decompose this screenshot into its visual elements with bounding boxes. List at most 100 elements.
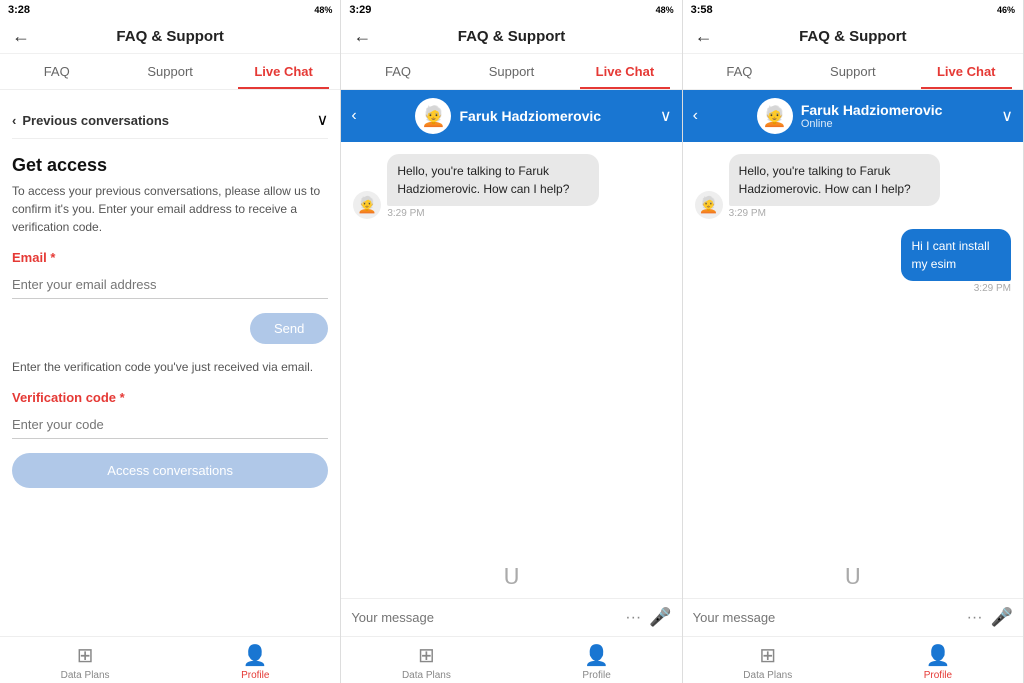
nav-data-plans-3[interactable]: ⊞ Data Plans	[683, 643, 853, 681]
agent-emoji-2: 🧑‍🦳	[421, 104, 446, 129]
nav-profile-2[interactable]: 👤 Profile	[512, 643, 682, 681]
data-plans-icon-3: ⊞	[759, 643, 776, 668]
data-plans-icon-1: ⊞	[77, 643, 94, 668]
code-input[interactable]	[12, 411, 328, 439]
chat-mic-3[interactable]: 🎤	[991, 607, 1013, 628]
agent-bar-chevron-2: ∨	[660, 106, 672, 126]
chat-mic-2[interactable]: 🎤	[649, 607, 671, 628]
tab-livechat-3[interactable]: Live Chat	[910, 54, 1023, 89]
chat-input-bar-3: ··· 🎤	[683, 598, 1023, 636]
tab-livechat-1[interactable]: Live Chat	[227, 54, 340, 89]
chat-logo-3: ᑌ	[683, 556, 1023, 598]
agent-bar-back-2[interactable]: ‹	[351, 107, 356, 125]
tab-support-3[interactable]: Support	[796, 54, 909, 89]
msg-row-user-3: Hi I cant install my esim 3:29 PM	[695, 229, 1011, 294]
nav-profile-1[interactable]: 👤 Profile	[170, 643, 340, 681]
back-button-2[interactable]: ←	[353, 26, 371, 47]
chat-options-2[interactable]: ···	[625, 609, 641, 627]
back-button-1[interactable]: ←	[12, 26, 30, 47]
send-button[interactable]: Send	[250, 313, 328, 344]
prev-conversations[interactable]: ‹ Previous conversations ∨	[12, 102, 328, 139]
status-icons-3: 46%	[997, 5, 1015, 15]
tab-faq-1[interactable]: FAQ	[0, 54, 113, 89]
status-icons-2: 48%	[656, 5, 674, 15]
msg-time-agent-3: 3:29 PM	[729, 208, 1011, 219]
header-1: ← FAQ & Support	[0, 20, 340, 54]
get-access-title: Get access	[12, 155, 328, 176]
agent-name-2: Faruk Hadziomerovic	[459, 108, 601, 124]
content-1: ‹ Previous conversations ∨ Get access To…	[0, 90, 340, 636]
data-plans-label-2: Data Plans	[402, 670, 451, 681]
code-label: Verification code *	[12, 390, 328, 405]
data-plans-label-1: Data Plans	[61, 670, 110, 681]
status-icons-1: 48%	[314, 5, 332, 15]
chat-input-bar-2: ··· 🎤	[341, 598, 681, 636]
header-2: ← FAQ & Support	[341, 20, 681, 54]
status-bar-2: 3:29 48%	[341, 0, 681, 20]
screen-1: 3:28 48% ← FAQ & Support FAQ Support Liv…	[0, 0, 341, 683]
bottom-nav-2: ⊞ Data Plans 👤 Profile	[341, 636, 681, 683]
agent-avatar-3: 🧑‍🦳	[757, 98, 793, 134]
get-access-desc: To access your previous conversations, p…	[12, 182, 328, 236]
tab-livechat-2[interactable]: Live Chat	[568, 54, 681, 89]
chat-input-3[interactable]	[693, 610, 959, 625]
page-title-3: FAQ & Support	[799, 28, 907, 45]
prev-back-icon: ‹	[12, 113, 16, 128]
profile-label-1: Profile	[241, 670, 269, 681]
nav-data-plans-2[interactable]: ⊞ Data Plans	[341, 643, 511, 681]
agent-name-3: Faruk Hadziomerovic	[801, 102, 943, 118]
msg-bubble-agent-2: Hello, you're talking to Faruk Hadziomer…	[387, 154, 599, 206]
status-bar-1: 3:28 48%	[0, 0, 340, 20]
profile-label-3: Profile	[924, 670, 952, 681]
tabs-2: FAQ Support Live Chat	[341, 54, 681, 90]
prev-chevron-icon: ∨	[317, 110, 329, 130]
tab-support-1[interactable]: Support	[113, 54, 226, 89]
agent-bar-back-3[interactable]: ‹	[693, 107, 698, 125]
msg-time-agent-2: 3:29 PM	[387, 208, 669, 219]
time-1: 3:28	[8, 4, 30, 16]
msg-avatar-agent-2: 🧑‍🦳	[353, 191, 381, 219]
chat-messages-2: 🧑‍🦳 Hello, you're talking to Faruk Hadzi…	[341, 142, 681, 556]
back-button-3[interactable]: ←	[695, 26, 713, 47]
chat-logo-2: ᑌ	[341, 556, 681, 598]
header-3: ← FAQ & Support	[683, 20, 1023, 54]
battery-icon-3: 46%	[997, 5, 1015, 15]
page-title-2: FAQ & Support	[458, 28, 566, 45]
prev-conv-label: Previous conversations	[22, 113, 169, 128]
chat-options-3[interactable]: ···	[967, 609, 983, 627]
verify-note: Enter the verification code you've just …	[12, 358, 328, 376]
tab-support-2[interactable]: Support	[455, 54, 568, 89]
tabs-3: FAQ Support Live Chat	[683, 54, 1023, 90]
screen-2: 3:29 48% ← FAQ & Support FAQ Support Liv…	[341, 0, 682, 683]
tabs-1: FAQ Support Live Chat	[0, 54, 340, 90]
agent-bar-chevron-3: ∨	[1001, 106, 1013, 126]
msg-row-agent-3: 🧑‍🦳 Hello, you're talking to Faruk Hadzi…	[695, 154, 1011, 219]
page-title-1: FAQ & Support	[116, 28, 224, 45]
agent-emoji-3: 🧑‍🦳	[762, 104, 787, 129]
screen-3: 3:58 46% ← FAQ & Support FAQ Support Liv…	[683, 0, 1024, 683]
profile-icon-2: 👤	[584, 643, 609, 668]
tab-faq-2[interactable]: FAQ	[341, 54, 454, 89]
agent-avatar-2: 🧑‍🦳	[415, 98, 451, 134]
profile-icon-3: 👤	[925, 643, 950, 668]
profile-icon-1: 👤	[243, 643, 268, 668]
msg-time-user-3: 3:29 PM	[974, 283, 1011, 294]
data-plans-icon-2: ⊞	[418, 643, 435, 668]
battery-icon-2: 48%	[656, 5, 674, 15]
nav-data-plans-1[interactable]: ⊞ Data Plans	[0, 643, 170, 681]
nav-profile-3[interactable]: 👤 Profile	[853, 643, 1023, 681]
msg-row-agent-2: 🧑‍🦳 Hello, you're talking to Faruk Hadzi…	[353, 154, 669, 219]
email-label: Email *	[12, 250, 328, 265]
msg-bubble-user-3: Hi I cant install my esim	[901, 229, 1011, 281]
msg-bubble-agent-3: Hello, you're talking to Faruk Hadziomer…	[729, 154, 941, 206]
tab-faq-3[interactable]: FAQ	[683, 54, 796, 89]
time-2: 3:29	[349, 4, 371, 16]
access-button[interactable]: Access conversations	[12, 453, 328, 488]
profile-label-2: Profile	[582, 670, 610, 681]
bottom-nav-3: ⊞ Data Plans 👤 Profile	[683, 636, 1023, 683]
chat-input-2[interactable]	[351, 610, 617, 625]
agent-bar-3: ‹ 🧑‍🦳 Faruk Hadziomerovic Online ∨	[683, 90, 1023, 142]
battery-icon-1: 48%	[314, 5, 332, 15]
msg-avatar-agent-3: 🧑‍🦳	[695, 191, 723, 219]
email-input[interactable]	[12, 271, 328, 299]
